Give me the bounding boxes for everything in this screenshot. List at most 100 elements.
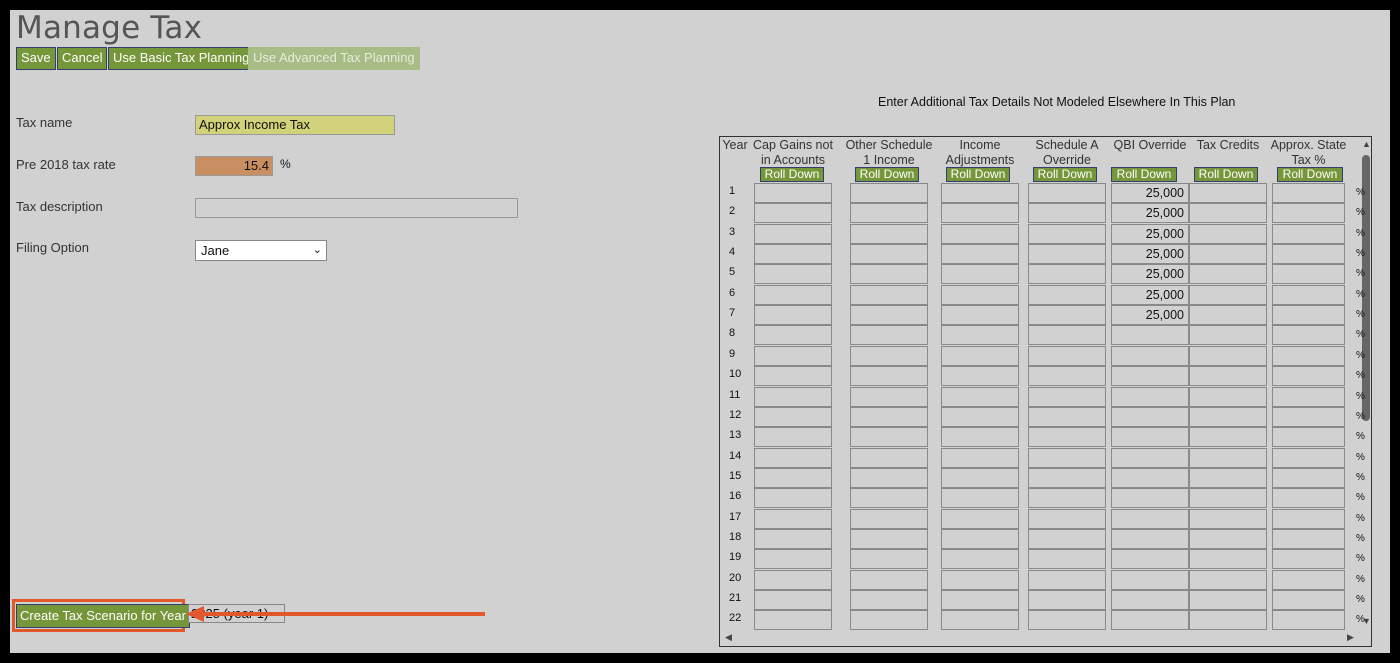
grid-cell[interactable] (850, 325, 928, 346)
grid-cell[interactable] (1189, 325, 1267, 346)
tax-description-input[interactable] (195, 198, 518, 218)
grid-cell[interactable] (1272, 183, 1345, 203)
grid-cell[interactable] (1272, 325, 1345, 346)
grid-cell[interactable] (754, 386, 832, 407)
grid-cell[interactable] (754, 549, 832, 570)
grid-cell[interactable] (1111, 488, 1189, 509)
grid-cell[interactable] (1028, 264, 1106, 285)
grid-cell[interactable] (1189, 406, 1267, 427)
grid-cell[interactable] (1028, 223, 1106, 244)
grid-cell[interactable] (941, 549, 1019, 570)
grid-cell[interactable] (1111, 386, 1189, 407)
roll-down-button[interactable]: Roll Down (855, 167, 919, 182)
grid-cell[interactable] (941, 386, 1019, 407)
grid-cell[interactable] (941, 325, 1019, 346)
grid-cell[interactable] (1111, 590, 1189, 610)
grid-cell[interactable] (754, 366, 832, 387)
grid-cell[interactable] (1028, 569, 1106, 590)
grid-cell[interactable] (754, 264, 832, 285)
grid-cell[interactable] (850, 427, 928, 448)
grid-cell[interactable] (754, 183, 832, 203)
grid-cell[interactable] (850, 345, 928, 366)
grid-cell[interactable] (1028, 183, 1106, 203)
grid-cell[interactable] (1272, 447, 1345, 468)
roll-down-button[interactable]: Roll Down (1277, 167, 1343, 182)
grid-cell[interactable] (850, 590, 928, 610)
grid-cell[interactable] (850, 223, 928, 244)
grid-cell[interactable] (1111, 427, 1189, 448)
grid-cell[interactable] (941, 203, 1019, 224)
grid-cell[interactable] (941, 406, 1019, 427)
grid-cell[interactable] (1111, 447, 1189, 468)
grid-cell[interactable] (1189, 447, 1267, 468)
grid-cell[interactable] (754, 406, 832, 427)
grid-cell[interactable] (1111, 549, 1189, 570)
grid-cell[interactable] (941, 447, 1019, 468)
filing-option-select[interactable]: Jane ⌄ (195, 240, 327, 261)
grid-cell[interactable] (1272, 590, 1345, 610)
tax-name-input[interactable]: Approx Income Tax (195, 115, 395, 135)
grid-cell[interactable] (1272, 366, 1345, 387)
grid-cell[interactable] (1272, 569, 1345, 590)
grid-cell[interactable] (754, 488, 832, 509)
grid-cell[interactable] (1111, 467, 1189, 488)
grid-cell[interactable] (850, 447, 928, 468)
grid-cell[interactable] (754, 203, 832, 224)
grid-cell[interactable] (754, 569, 832, 590)
grid-cell[interactable] (941, 610, 1019, 631)
grid-cell[interactable] (1272, 508, 1345, 529)
grid-cell[interactable] (1028, 386, 1106, 407)
grid-cell[interactable] (1189, 203, 1267, 224)
grid-cell[interactable] (1189, 427, 1267, 448)
grid-cell[interactable]: 25,000 (1111, 264, 1189, 285)
grid-cell[interactable] (1028, 508, 1106, 529)
grid-cell[interactable] (754, 508, 832, 529)
grid-cell[interactable] (1272, 284, 1345, 305)
grid-cell[interactable] (850, 528, 928, 549)
grid-cell[interactable] (850, 183, 928, 203)
grid-cell[interactable] (1272, 549, 1345, 570)
grid-cell[interactable] (941, 345, 1019, 366)
grid-cell[interactable] (850, 244, 928, 265)
grid-cell[interactable] (1272, 223, 1345, 244)
grid-cell[interactable] (1111, 406, 1189, 427)
grid-cell[interactable] (941, 427, 1019, 448)
roll-down-button[interactable]: Roll Down (1111, 167, 1177, 182)
grid-cell[interactable] (850, 406, 928, 427)
grid-cell[interactable] (850, 264, 928, 285)
grid-cell[interactable] (1028, 366, 1106, 387)
grid-cell[interactable] (941, 528, 1019, 549)
grid-cell[interactable] (1028, 488, 1106, 509)
grid-cell[interactable] (850, 386, 928, 407)
grid-cell[interactable] (941, 488, 1019, 509)
grid-cell[interactable] (941, 366, 1019, 387)
grid-cell[interactable] (1272, 203, 1345, 224)
grid-cell[interactable] (1189, 549, 1267, 570)
grid-cell[interactable] (754, 345, 832, 366)
grid-cell[interactable] (1111, 345, 1189, 366)
grid-cell[interactable] (754, 447, 832, 468)
grid-cell[interactable] (1189, 183, 1267, 203)
grid-cell[interactable] (941, 508, 1019, 529)
grid-cell[interactable] (1189, 528, 1267, 549)
grid-cell[interactable] (1189, 610, 1267, 631)
roll-down-button[interactable]: Roll Down (1033, 167, 1097, 182)
grid-cell[interactable] (850, 305, 928, 326)
grid-cell[interactable] (754, 590, 832, 610)
grid-cell[interactable] (1272, 244, 1345, 265)
create-tax-scenario-button[interactable]: Create Tax Scenario for Year (16, 604, 190, 628)
grid-cell[interactable] (754, 528, 832, 549)
grid-cell[interactable] (1028, 427, 1106, 448)
grid-cell[interactable] (1272, 264, 1345, 285)
scroll-left-icon[interactable]: ◀ (725, 632, 732, 643)
grid-cell[interactable] (1189, 366, 1267, 387)
grid-cell[interactable]: 25,000 (1111, 223, 1189, 244)
grid-cell[interactable] (850, 569, 928, 590)
grid-cell[interactable] (1028, 345, 1106, 366)
scroll-up-icon[interactable]: ▲ (1362, 139, 1371, 149)
grid-cell[interactable] (941, 223, 1019, 244)
grid-cell[interactable] (1189, 264, 1267, 285)
grid-cell[interactable] (1189, 488, 1267, 509)
grid-cell[interactable] (1028, 406, 1106, 427)
save-button[interactable]: Save (16, 47, 56, 70)
